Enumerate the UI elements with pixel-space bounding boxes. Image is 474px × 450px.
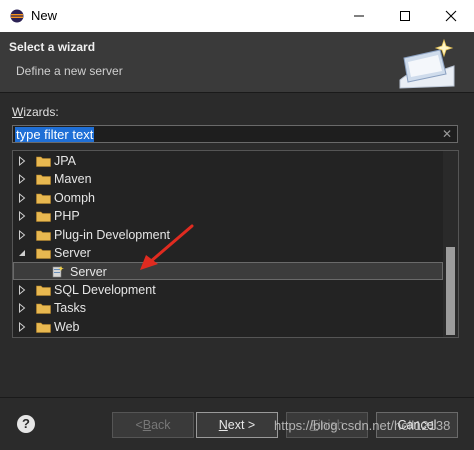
- close-button[interactable]: [428, 0, 474, 32]
- minimize-button[interactable]: [336, 0, 382, 32]
- maximize-button[interactable]: [382, 0, 428, 32]
- folder-icon: [36, 303, 51, 314]
- bottom-separator: [0, 397, 474, 398]
- help-button[interactable]: ?: [17, 415, 35, 433]
- folder-icon: [36, 230, 51, 241]
- watermark-text: https://blog.csdn.net/hell12138: [274, 418, 451, 433]
- page-description: Define a new server: [16, 64, 123, 78]
- wizards-label: Wizards:: [12, 105, 59, 119]
- wizard-header: Select a wizard Define a new server: [0, 32, 474, 92]
- folder-icon: [36, 322, 51, 333]
- tree-item[interactable]: JPA: [13, 152, 443, 170]
- close-icon: [445, 10, 457, 22]
- page-title: Select a wizard: [9, 40, 96, 54]
- tree-item-label: SQL Development: [54, 282, 156, 297]
- tree-item[interactable]: Web: [13, 318, 443, 336]
- next-button[interactable]: Next >: [196, 412, 278, 438]
- header-separator: [0, 92, 474, 93]
- tree-item[interactable]: PHP: [13, 207, 443, 225]
- title-bar: New: [0, 0, 474, 32]
- collapsed-arrow-icon[interactable]: [17, 156, 27, 166]
- server-wizard-icon: [52, 266, 64, 278]
- tree-item-label: Tasks: [54, 301, 86, 316]
- vertical-scrollbar[interactable]: [443, 151, 458, 337]
- collapsed-arrow-icon[interactable]: [17, 284, 27, 295]
- tree-item-label: JPA: [54, 154, 76, 168]
- folder-icon: [36, 211, 51, 222]
- collapsed-arrow-icon[interactable]: [17, 211, 27, 222]
- tree-item[interactable]: Server: [13, 244, 443, 262]
- tree-item-server-wizard[interactable]: Server: [13, 262, 443, 281]
- tree-item-label: Web: [54, 319, 80, 334]
- tree-item-label: Server: [54, 246, 91, 260]
- collapsed-arrow-icon[interactable]: [17, 229, 27, 240]
- tree-item[interactable]: Tasks: [13, 299, 443, 317]
- tree-item[interactable]: Oomph: [13, 189, 443, 207]
- expanded-arrow-icon[interactable]: [17, 248, 27, 258]
- wizard-banner-icon: [399, 38, 455, 89]
- collapsed-arrow-icon[interactable]: [17, 174, 27, 185]
- folder-icon: [36, 193, 51, 204]
- wizard-tree[interactable]: JPA Maven Oomph PHP Plug-in Development Serve…: [12, 150, 459, 338]
- tree-item-label: Server: [70, 265, 107, 280]
- eclipse-icon: [10, 9, 24, 23]
- collapsed-arrow-icon[interactable]: [17, 192, 27, 203]
- tree-item[interactable]: SQL Development: [13, 281, 443, 299]
- folder-icon: [36, 175, 51, 186]
- tree-item-label: Oomph: [54, 190, 95, 205]
- tree-item[interactable]: Maven: [13, 170, 443, 188]
- clear-filter-icon[interactable]: ✕: [440, 127, 454, 141]
- filter-field[interactable]: type filter text ✕: [12, 125, 458, 143]
- minimize-icon: [354, 15, 364, 17]
- tree-item[interactable]: Plug-in Development: [13, 226, 443, 244]
- folder-icon: [36, 285, 51, 296]
- filter-text: type filter text: [15, 127, 95, 142]
- folder-open-icon: [36, 248, 51, 259]
- scrollbar-thumb[interactable]: [446, 247, 455, 335]
- window-title: New: [31, 8, 58, 23]
- red-arrow-annotation: [140, 224, 194, 270]
- tree-item-label: PHP: [54, 209, 80, 224]
- collapsed-arrow-icon[interactable]: [17, 303, 27, 314]
- folder-icon: [36, 156, 51, 167]
- collapsed-arrow-icon[interactable]: [17, 321, 27, 332]
- tree-item-label: Maven: [54, 172, 92, 187]
- back-button[interactable]: < Back: [112, 412, 194, 438]
- maximize-icon: [400, 11, 410, 21]
